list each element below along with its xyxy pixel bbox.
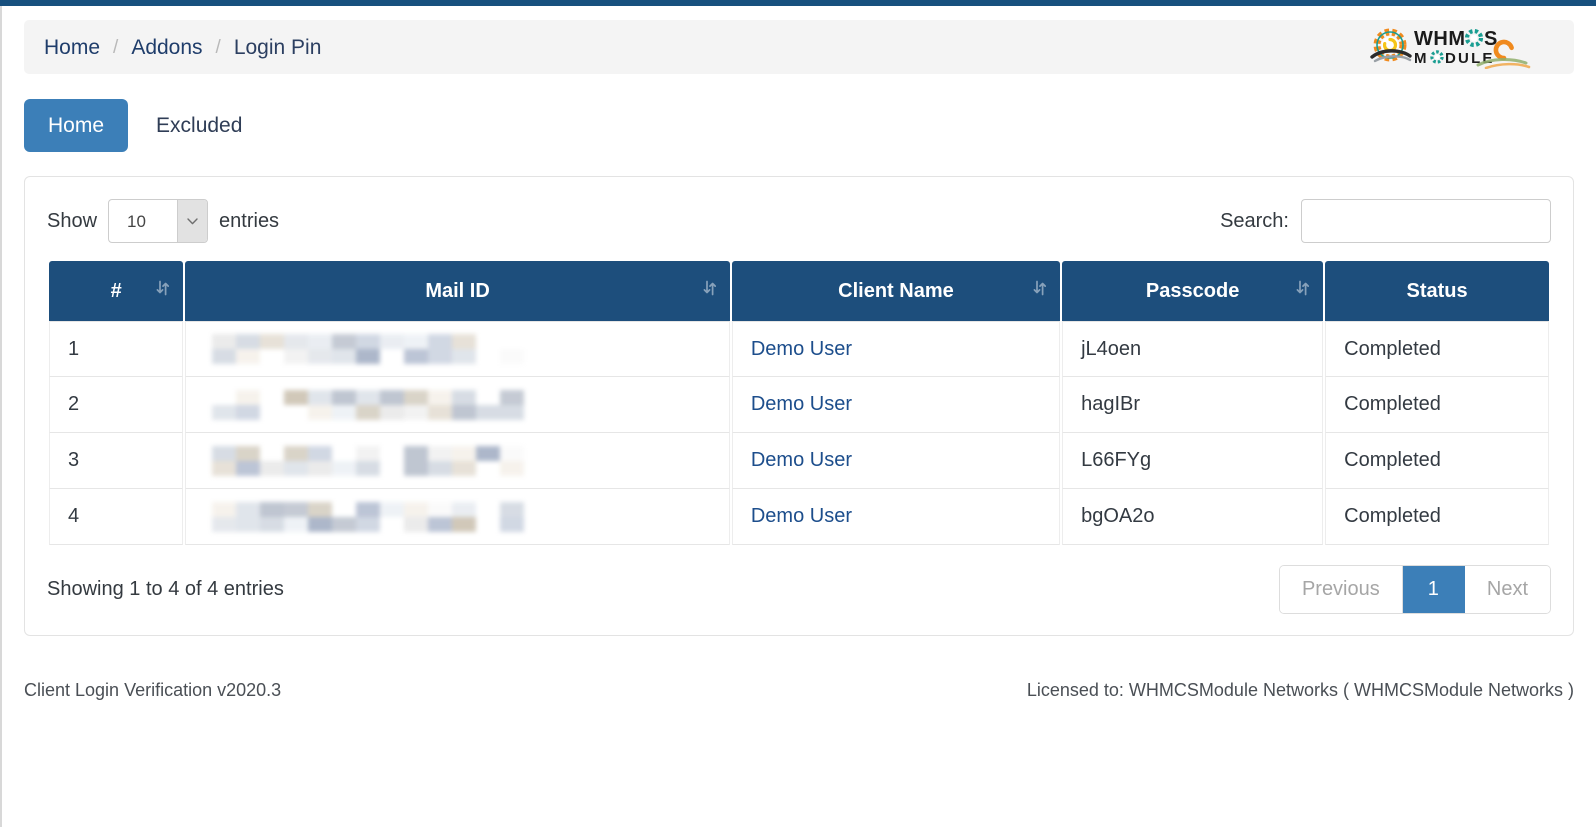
- breadcrumb-item-login-pin: Login Pin: [233, 35, 322, 59]
- column-label: Client Name: [838, 279, 954, 302]
- login-pin-table: # Mail ID Client Name Passcode Status 1 …: [47, 261, 1551, 545]
- cell-status: Completed: [1325, 489, 1549, 545]
- client-name-link[interactable]: Demo User: [751, 393, 852, 415]
- pagination-previous[interactable]: Previous: [1279, 565, 1403, 613]
- table-row: 2 Demo User hagIBr Completed: [49, 377, 1549, 433]
- entries-label: entries: [219, 209, 280, 232]
- sort-icon: [156, 280, 170, 303]
- entries-select-wrapper: 10 25 50 100: [108, 199, 209, 243]
- cell-status: Completed: [1325, 433, 1549, 489]
- sort-icon: [703, 280, 716, 303]
- cell-client-name: Demo User: [731, 433, 1061, 489]
- cell-client-name: Demo User: [731, 489, 1061, 545]
- whmcsmodule-logo: WHM S M DULE: [1362, 25, 1558, 69]
- search-control: Search:: [1220, 199, 1551, 243]
- breadcrumb-item-home[interactable]: Home: [44, 37, 100, 58]
- sort-icon: [1033, 280, 1047, 303]
- pagination-page-1[interactable]: 1: [1402, 565, 1465, 613]
- datatable-footer: Showing 1 to 4 of 4 entries Previous 1 N…: [47, 564, 1551, 614]
- column-header-passcode[interactable]: Passcode: [1062, 261, 1324, 321]
- cell-status: Completed: [1325, 377, 1549, 433]
- svg-text:M: M: [1414, 50, 1429, 67]
- table-header-row: # Mail ID Client Name Passcode Status: [49, 261, 1549, 321]
- datatable-controls: Show 10 25 50 100: [47, 199, 1551, 243]
- column-label: Passcode: [1145, 279, 1240, 302]
- client-name-link[interactable]: Demo User: [751, 449, 852, 471]
- entries-info: Showing 1 to 4 of 4 entries: [47, 577, 284, 600]
- cell-passcode: bgOA2o: [1062, 489, 1324, 545]
- entries-length-control: Show 10 25 50 100: [47, 199, 279, 243]
- cell-index: 3: [49, 433, 184, 489]
- table-row: 3 Demo User L66FYg Completed: [49, 433, 1549, 489]
- table-header: # Mail ID Client Name Passcode Status: [49, 261, 1549, 321]
- cell-passcode: hagIBr: [1062, 377, 1324, 433]
- cell-mail-id: [185, 377, 730, 433]
- tab-bar: Home Excluded: [24, 96, 1574, 154]
- table-row: 1 Demo User jL4oen Completed: [49, 321, 1549, 377]
- column-label: Status: [1406, 279, 1468, 302]
- breadcrumb-separator: /: [113, 36, 119, 58]
- svg-text:DULE: DULE: [1445, 50, 1495, 67]
- tab-home[interactable]: Home: [24, 98, 129, 152]
- page-root: Home / Addons / Login Pin WHM S M DULE H…: [0, 0, 1596, 827]
- search-input[interactable]: [1301, 199, 1551, 243]
- column-header-client-name[interactable]: Client Name: [731, 261, 1061, 321]
- cell-mail-id: [185, 433, 730, 489]
- whmcsmodule-logo-icon: WHM S M DULE: [1370, 28, 1531, 69]
- footer-version: Client Login Verification v2020.3: [24, 680, 282, 700]
- cell-index: 2: [49, 377, 184, 433]
- sort-icon: [1296, 280, 1310, 303]
- cell-client-name: Demo User: [731, 377, 1061, 433]
- page-content: Home / Addons / Login Pin WHM S M DULE H…: [2, 6, 1596, 827]
- page-footer: Client Login Verification v2020.3 Licens…: [24, 680, 1574, 701]
- entries-select[interactable]: 10 25 50 100: [108, 199, 209, 243]
- column-header-index[interactable]: #: [49, 261, 184, 321]
- search-label: Search:: [1220, 209, 1289, 232]
- footer-license: Licensed to: WHMCSModule Networks ( WHMC…: [1026, 680, 1574, 700]
- cell-mail-id: [185, 489, 730, 545]
- cell-status: Completed: [1325, 321, 1549, 377]
- table-body: 1 Demo User jL4oen Completed 2 Demo User hagIB…: [49, 321, 1549, 545]
- cell-passcode: jL4oen: [1062, 321, 1324, 377]
- cell-passcode: L66FYg: [1062, 433, 1324, 489]
- pagination-next[interactable]: Next: [1464, 565, 1550, 613]
- cell-client-name: Demo User: [731, 321, 1061, 377]
- pagination: Previous 1 Next: [1278, 564, 1551, 614]
- breadcrumb: Home / Addons / Login Pin WHM S M DULE: [24, 20, 1574, 74]
- cell-index: 1: [49, 321, 184, 377]
- breadcrumb-separator: /: [215, 36, 221, 58]
- table-row: 4 Demo User bgOA2o Completed: [49, 489, 1549, 545]
- svg-text:WHM: WHM: [1414, 28, 1465, 50]
- column-label: #: [110, 279, 122, 302]
- client-name-link[interactable]: Demo User: [751, 505, 852, 527]
- column-header-status[interactable]: Status: [1325, 261, 1549, 321]
- cell-index: 4: [49, 489, 184, 545]
- breadcrumb-item-addons[interactable]: Addons: [131, 37, 202, 58]
- datatable-card: Show 10 25 50 100: [24, 176, 1574, 636]
- cell-mail-id: [185, 321, 730, 377]
- show-label: Show: [47, 209, 98, 232]
- column-label: Mail ID: [425, 279, 490, 302]
- client-name-link[interactable]: Demo User: [751, 338, 852, 360]
- column-header-mail-id[interactable]: Mail ID: [185, 261, 730, 321]
- tab-excluded[interactable]: Excluded: [132, 99, 266, 152]
